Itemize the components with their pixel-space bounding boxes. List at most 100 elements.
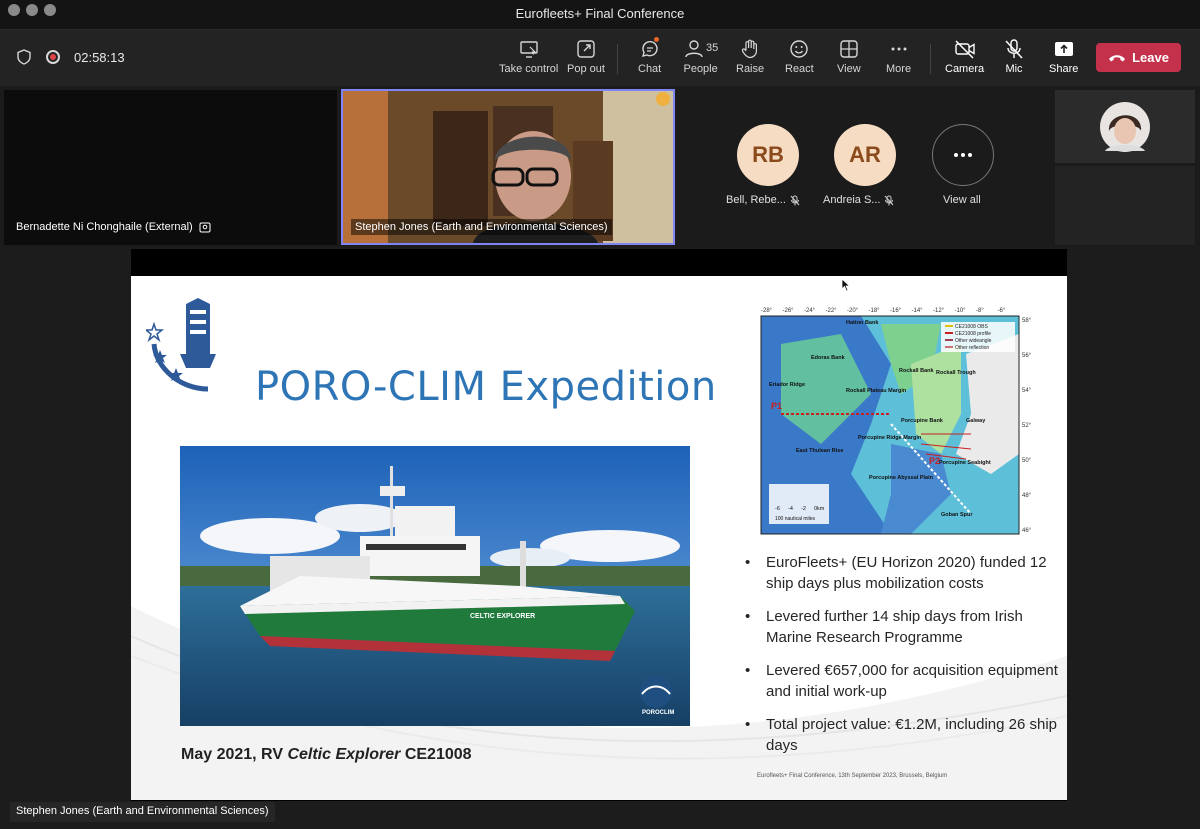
react-label: React bbox=[785, 63, 814, 75]
chat-button[interactable]: Chat bbox=[638, 37, 662, 82]
map-label: East Thulean Rise bbox=[796, 448, 843, 454]
raise-hand-button[interactable]: Raise bbox=[736, 38, 764, 82]
pop-out-button[interactable]: Pop out bbox=[567, 38, 605, 82]
map-label: Galway bbox=[966, 418, 986, 424]
ship-photo: CELTIC EXPLORER POROCLIM bbox=[180, 446, 690, 726]
presenter-label: Stephen Jones (Earth and Environmental S… bbox=[10, 802, 275, 822]
avatar-rb[interactable]: RB bbox=[737, 124, 799, 186]
phone-hangup-icon bbox=[1109, 54, 1126, 61]
map-lon-tick: -14° bbox=[912, 308, 924, 314]
map-label: Porcupine Abyssal Plain bbox=[869, 475, 934, 481]
map-label: Porcupine Ridge Margin bbox=[858, 435, 922, 441]
pop-out-label: Pop out bbox=[567, 63, 605, 75]
map-legend-label: Other reflection bbox=[955, 345, 989, 351]
map-lon-tick: -28° bbox=[761, 308, 773, 314]
map-lon-tick: -10° bbox=[955, 308, 967, 314]
meeting-timer: 02:58:13 bbox=[74, 49, 125, 65]
map-lat-tick: 58° bbox=[1022, 318, 1032, 324]
shield-icon[interactable] bbox=[16, 49, 32, 65]
more-label: More bbox=[886, 63, 912, 75]
leave-button[interactable]: Leave bbox=[1096, 43, 1181, 72]
take-control-button[interactable]: Take control bbox=[499, 38, 558, 82]
react-button[interactable]: React bbox=[785, 38, 814, 82]
mic-label: Mic bbox=[1005, 63, 1023, 75]
camera-button[interactable]: Camera bbox=[945, 38, 984, 82]
map-label: P1 bbox=[771, 401, 782, 411]
map-lat-tick: 50° bbox=[1022, 458, 1032, 464]
share-label: Share bbox=[1049, 63, 1079, 75]
people-icon bbox=[685, 40, 703, 58]
toolbar-divider bbox=[930, 44, 931, 74]
recording-icon bbox=[46, 50, 60, 64]
eurofleets-logo bbox=[146, 298, 216, 392]
muted-icon bbox=[790, 195, 800, 205]
map-legend-label: CE21008 OBS bbox=[955, 324, 988, 330]
map-lat-tick: 56° bbox=[1022, 353, 1032, 359]
more-button[interactable]: More bbox=[886, 38, 911, 82]
smile-icon bbox=[790, 40, 809, 58]
mic-off-icon bbox=[1005, 39, 1023, 59]
leave-label: Leave bbox=[1132, 50, 1169, 65]
people-button[interactable]: 35 People bbox=[683, 38, 718, 82]
take-control-label: Take control bbox=[499, 63, 559, 75]
bullet-item: Levered further 14 ship days from Irish … bbox=[741, 606, 1061, 648]
muted-icon bbox=[885, 195, 894, 205]
presentation-slide: PORO-CLIM Expedition CELTIC EXPLORER POR… bbox=[131, 276, 1067, 800]
self-view-tile[interactable] bbox=[1055, 90, 1195, 163]
map-lat-tick: 52° bbox=[1022, 423, 1032, 429]
self-avatar bbox=[1100, 102, 1150, 152]
take-control-icon bbox=[519, 41, 538, 58]
map-graphic: -28° -26° -24° -22° -20° -18° -16° -14° -12° -10°… bbox=[760, 308, 1032, 535]
bullet-item: EuroFleets+ (EU Horizon 2020) funded 12 … bbox=[741, 552, 1061, 594]
camera-off-icon bbox=[954, 40, 975, 59]
more-icon bbox=[891, 47, 907, 51]
map-label: Porcupine Bank bbox=[901, 418, 944, 424]
map-label: Porcupine Seabight bbox=[939, 460, 991, 466]
map-lon-tick: -24° bbox=[804, 308, 816, 314]
participant-tile-bernadette[interactable]: Bernadette Ni Chonghaile (External) bbox=[4, 90, 337, 245]
map-depth-tick: -6 bbox=[775, 506, 780, 512]
meeting-toolbar: 02:58:13 Take control Pop out Chat 35 Pe… bbox=[0, 30, 1200, 86]
pop-out-icon bbox=[577, 40, 595, 58]
participant-name: Bernadette Ni Chonghaile (External) bbox=[16, 221, 193, 233]
participant-tile-stephen[interactable]: Stephen Jones (Earth and Environmental S… bbox=[341, 89, 675, 245]
avatar-name-andreia: Andreia S... bbox=[823, 194, 894, 206]
map-depth-tick: 0km bbox=[814, 506, 825, 512]
bullet-list: EuroFleets+ (EU Horizon 2020) funded 12 … bbox=[741, 552, 1061, 768]
map-label: Hatton Bank bbox=[846, 320, 879, 326]
map-legend-swatch bbox=[945, 325, 953, 327]
ship-hull-name: CELTIC EXPLORER bbox=[470, 613, 535, 620]
map-lon-tick: -26° bbox=[783, 308, 795, 314]
poroclim-logo-text: POROCLIM bbox=[642, 710, 674, 716]
map-lat-tick: 46° bbox=[1022, 528, 1032, 534]
map-lon-tick: -16° bbox=[890, 308, 902, 314]
map-lon-tick: -8° bbox=[976, 308, 984, 314]
more-icon bbox=[954, 153, 972, 157]
map-lon-tick: -22° bbox=[826, 308, 838, 314]
view-label: View bbox=[837, 63, 861, 75]
map-legend-swatch bbox=[945, 332, 953, 334]
map-label: Rockall Bank bbox=[899, 368, 934, 374]
share-button[interactable]: Share bbox=[1049, 38, 1078, 82]
slide-footer: Eurofleets+ Final Conference, 13th Septe… bbox=[757, 773, 948, 779]
overflow-tile bbox=[1055, 166, 1195, 245]
share-icon bbox=[1054, 42, 1073, 56]
map-label: Edoras Bank bbox=[811, 355, 846, 361]
map-label: Rockall Trough bbox=[936, 370, 976, 376]
mic-button[interactable]: Mic bbox=[1003, 38, 1025, 82]
window-title: Eurofleets+ Final Conference bbox=[515, 6, 685, 21]
map-lat-tick: 54° bbox=[1022, 388, 1032, 394]
map-label: Eriador Ridge bbox=[769, 382, 805, 388]
participant-name: Stephen Jones (Earth and Environmental S… bbox=[355, 221, 608, 233]
map-lon-tick: -20° bbox=[847, 308, 859, 314]
avatar-ar[interactable]: AR bbox=[834, 124, 896, 186]
view-button[interactable]: View bbox=[837, 38, 861, 82]
chat-label: Chat bbox=[638, 63, 662, 75]
view-all-button[interactable] bbox=[932, 124, 994, 186]
external-user-icon bbox=[199, 222, 211, 232]
map-legend-label: CE21008 profile bbox=[955, 331, 991, 337]
map-legend-label: Other wideangle bbox=[955, 338, 992, 344]
bathymetry-map: -28° -26° -24° -22° -20° -18° -16° -14° -12° -10°… bbox=[741, 304, 1041, 544]
unread-badge bbox=[654, 37, 659, 42]
people-label: People bbox=[683, 63, 718, 75]
